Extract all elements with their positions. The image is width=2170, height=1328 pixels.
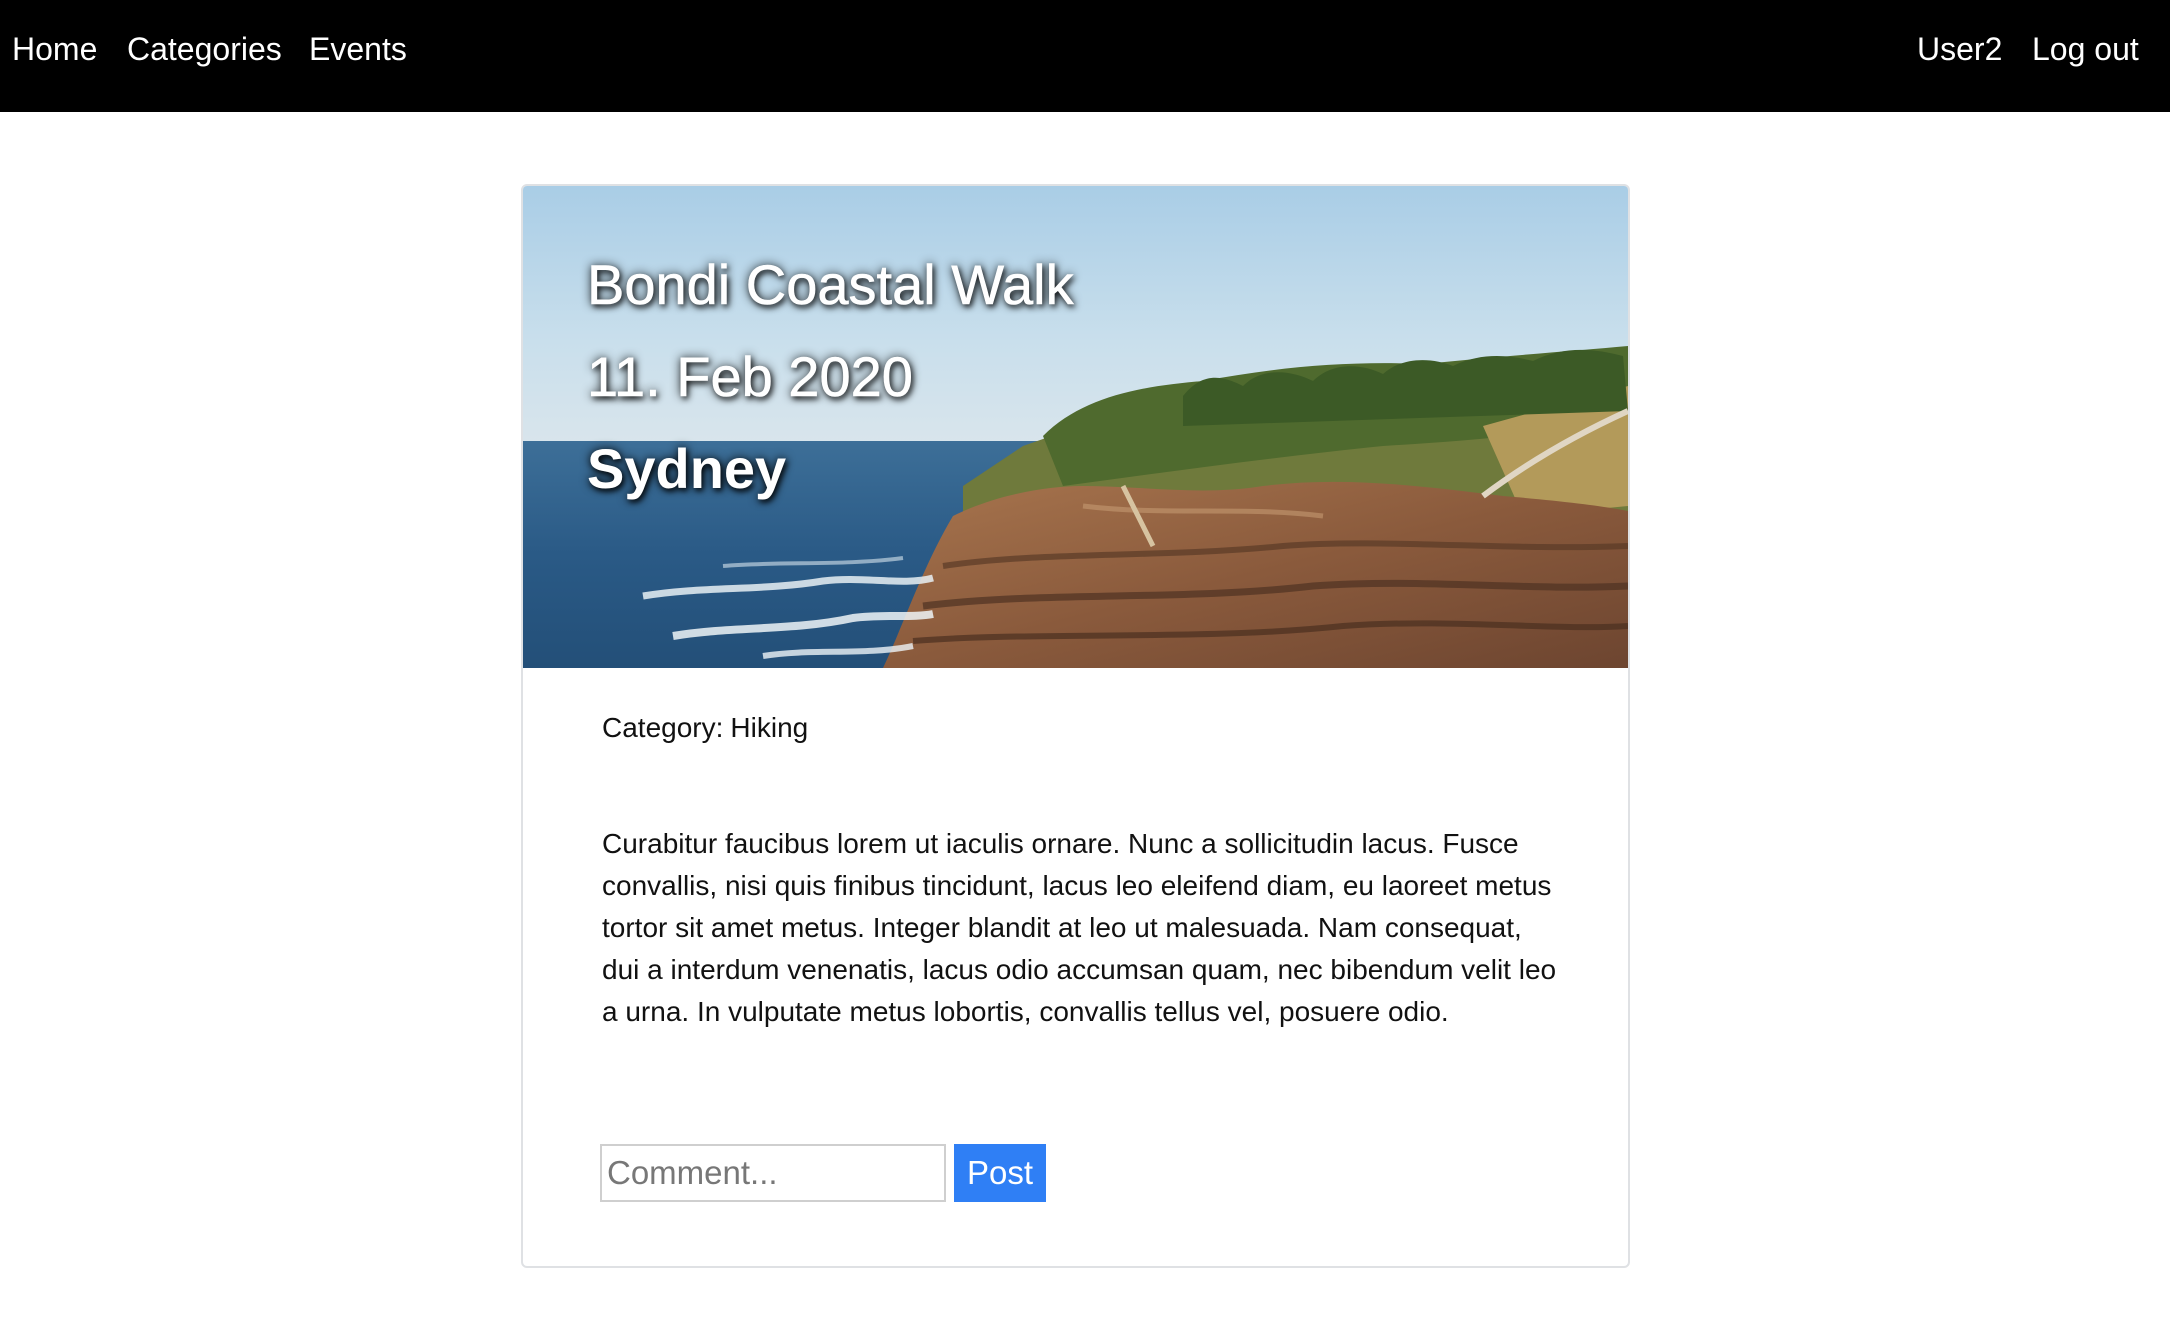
event-card: Bondi Coastal Walk 11. Feb 2020 Sydney C…: [521, 184, 1630, 1268]
nav-logout-link[interactable]: Log out: [2032, 26, 2139, 72]
category-label: Category:: [602, 712, 724, 743]
event-hero-image: Bondi Coastal Walk 11. Feb 2020 Sydney: [523, 186, 1628, 668]
nav-user-link[interactable]: User2: [1917, 26, 2002, 72]
nav-categories-link[interactable]: Categories: [127, 26, 282, 72]
event-city: Sydney: [587, 437, 787, 500]
top-navbar: Home Categories Events User2 Log out: [0, 0, 2170, 112]
nav-home-link[interactable]: Home: [12, 26, 97, 72]
post-comment-button[interactable]: Post: [954, 1144, 1046, 1202]
event-category: Category: Hiking: [602, 712, 808, 744]
nav-events-link[interactable]: Events: [309, 26, 407, 72]
comment-input[interactable]: [600, 1144, 946, 1202]
event-title: Bondi Coastal Walk: [587, 253, 1074, 317]
category-value: Hiking: [730, 712, 809, 743]
event-date: 11. Feb 2020: [587, 345, 913, 409]
event-description: Curabitur faucibus lorem ut iaculis orna…: [602, 828, 1557, 1027]
